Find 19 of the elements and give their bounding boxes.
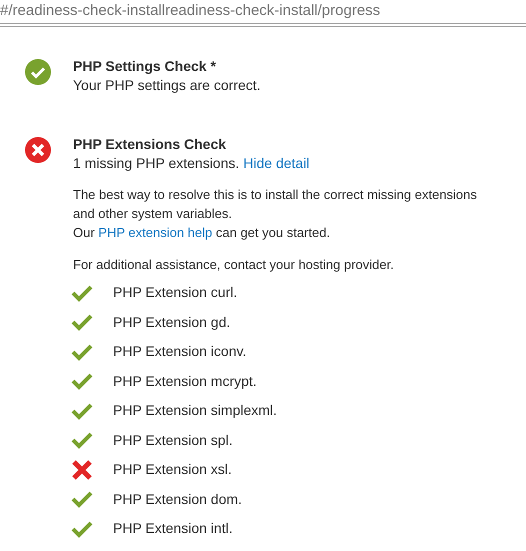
resolution-text: The best way to resolve this is to install the correct missing extensions and other system variables.	[73, 186, 477, 223]
extension-label: PHP Extension intl.	[113, 519, 233, 538]
help-text: Our PHP extension help can get you started.	[73, 224, 332, 242]
extension-label: PHP Extension mcrypt.	[113, 372, 257, 391]
check-message: 1 missing PHP extensions.	[73, 154, 240, 173]
check-title: PHP Settings Check *	[73, 57, 217, 76]
check-title: PHP Extensions Check	[73, 135, 228, 154]
extension-label: PHP Extension simplexml.	[113, 401, 277, 420]
php-extension-help-link[interactable]: PHP extension help	[98, 225, 212, 240]
extension-label: PHP Extension iconv.	[113, 342, 246, 362]
extension-label: PHP Extension spl.	[113, 430, 233, 450]
extension-label: PHP Extension dom.	[113, 490, 242, 509]
extension-label: PHP Extension curl.	[113, 283, 238, 302]
check-message: Your PHP settings are correct.	[73, 76, 261, 95]
extension-label: PHP Extension xsl.	[113, 460, 232, 480]
assistance-text: For additional assistance, contact your hosting provider.	[73, 256, 395, 274]
extension-label: PHP Extension gd.	[113, 312, 230, 332]
address-bar[interactable]: #/readiness-check-installreadiness-check-install/progress	[0, 0, 526, 27]
hide-detail-link[interactable]: Hide detail	[243, 154, 310, 173]
